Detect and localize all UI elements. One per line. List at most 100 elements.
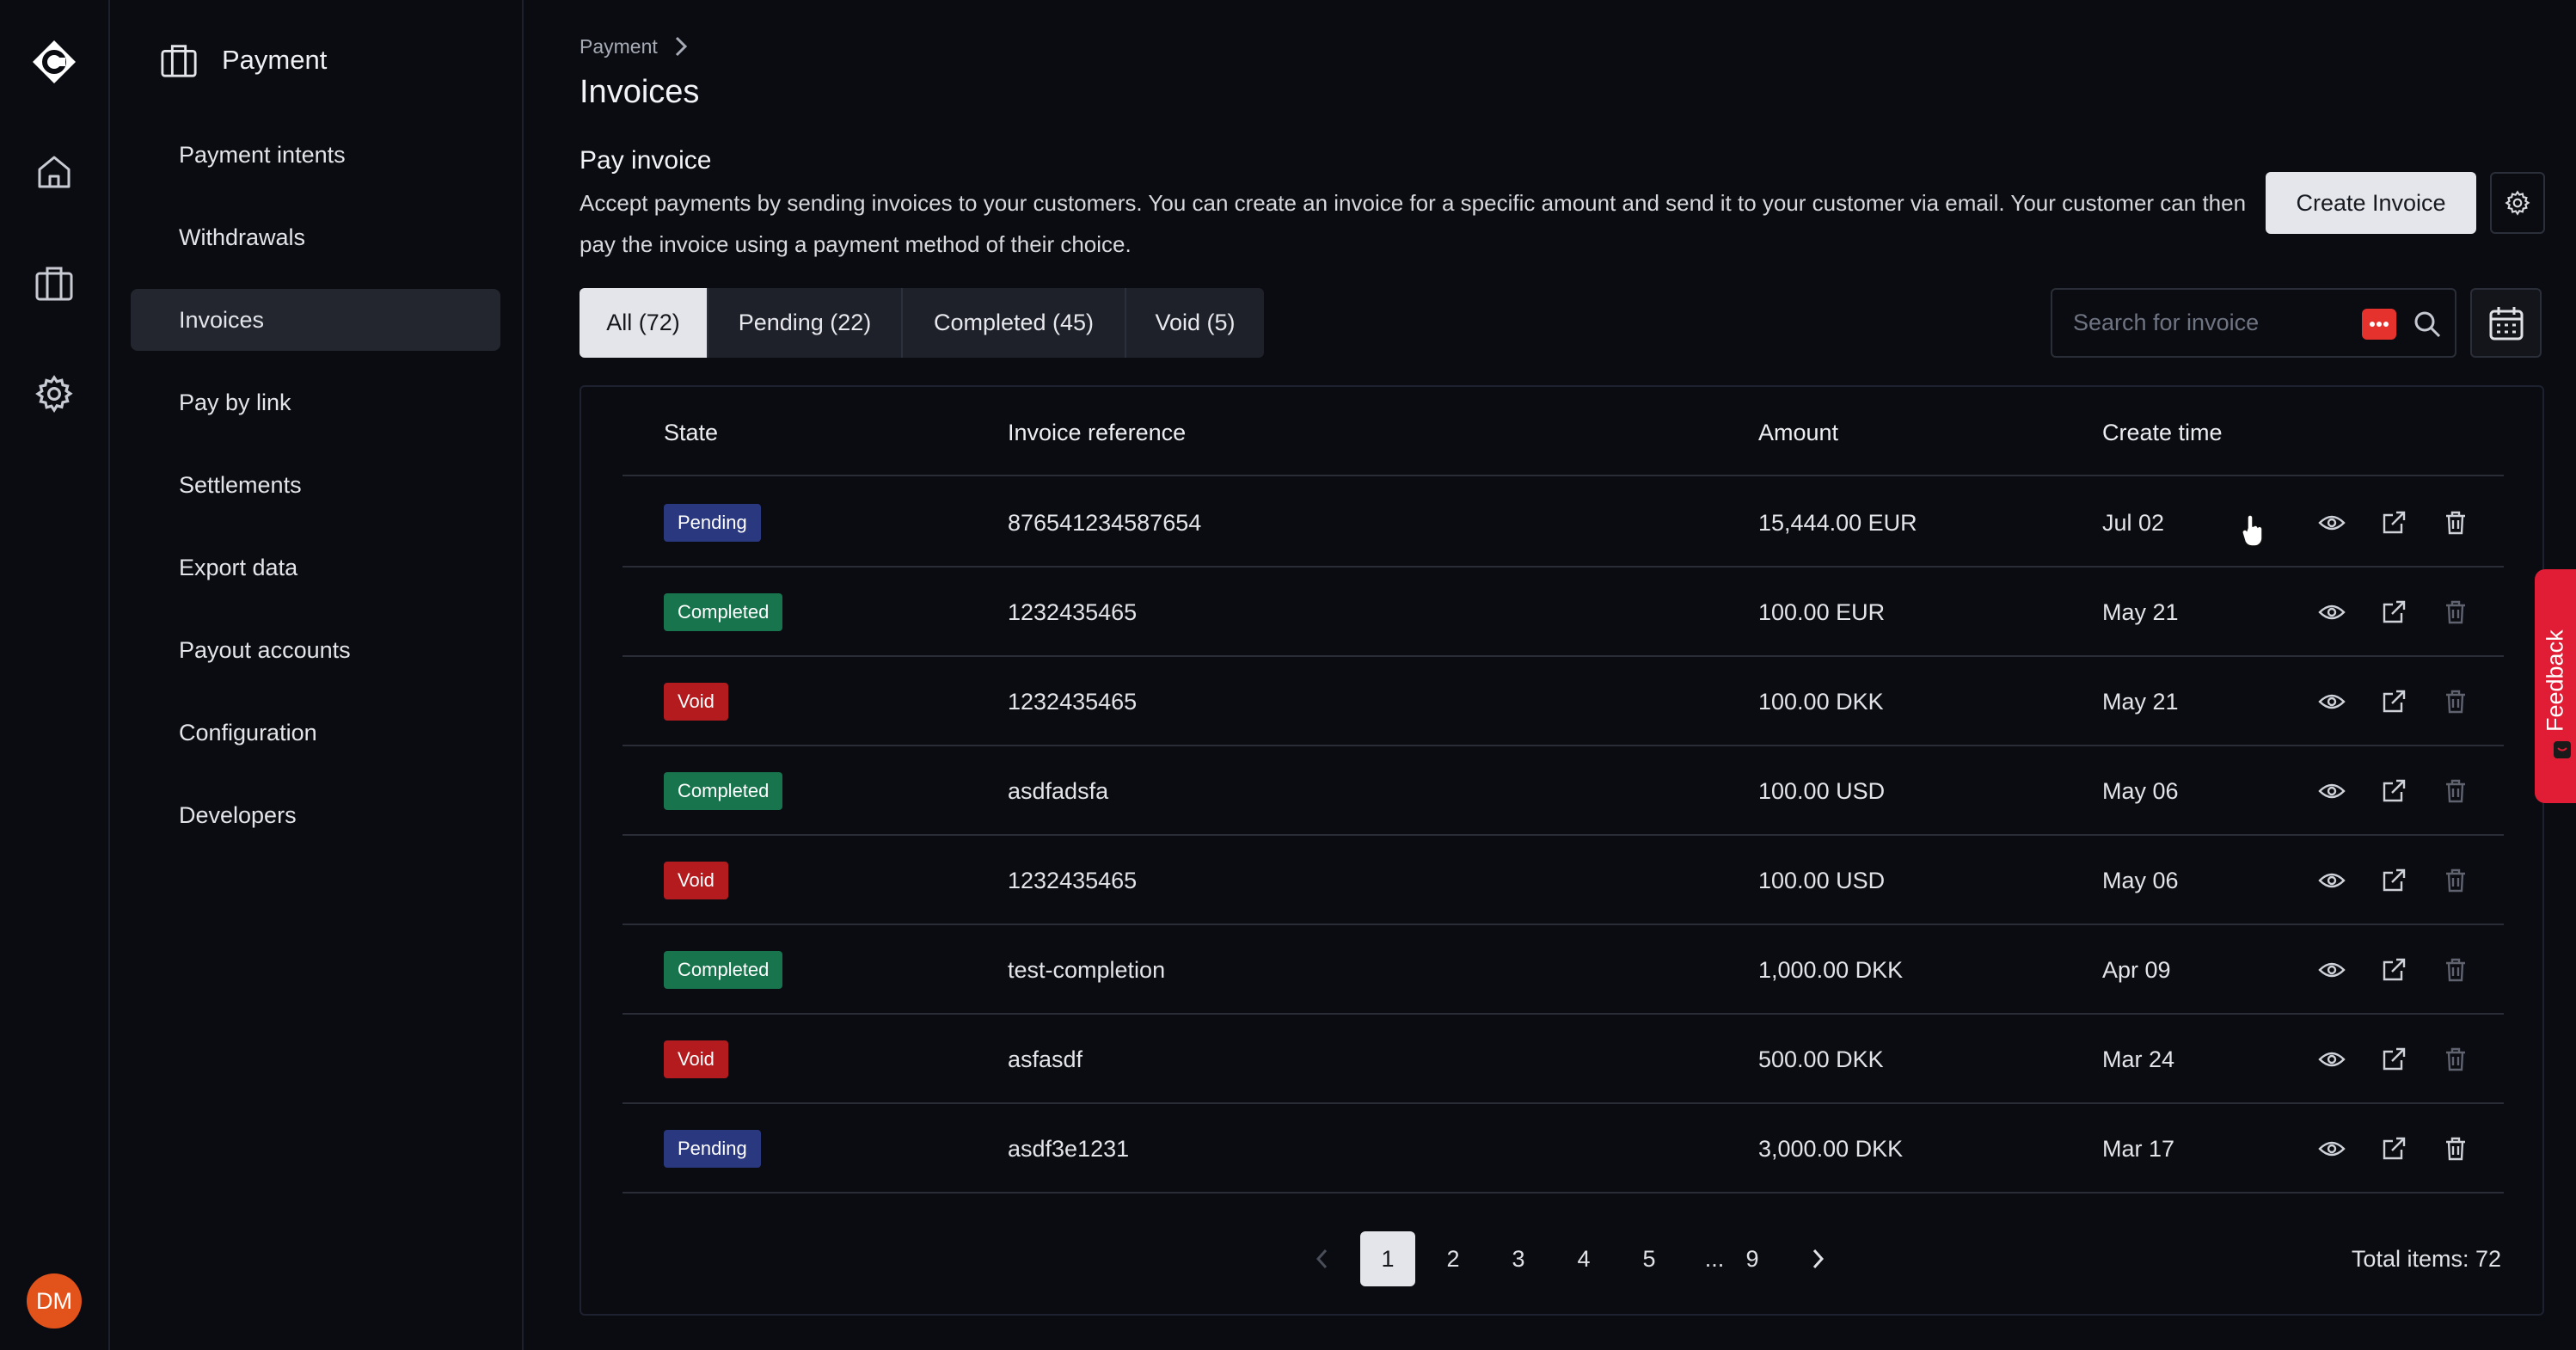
state-cell: Void (664, 657, 728, 746)
date-filter-button[interactable] (2470, 288, 2542, 358)
sidebar-item-settlements[interactable]: Settlements (131, 454, 500, 516)
amount-cell: 1,000.00 DKK (1758, 956, 1904, 983)
pagination: 1 2 3 4 5... 9 (581, 1231, 2542, 1286)
mouse-cursor-icon (2242, 514, 2265, 547)
tab-completed[interactable]: Completed (45) (903, 288, 1126, 358)
view-icon[interactable] (2316, 686, 2347, 717)
delete-icon[interactable] (2440, 1044, 2471, 1075)
pagination-page[interactable]: 1 (1360, 1231, 1415, 1286)
pagination-page[interactable]: 5 (1622, 1231, 1677, 1286)
home-icon[interactable] (0, 138, 108, 206)
status-badge: Completed (664, 593, 783, 631)
view-icon[interactable] (2316, 597, 2347, 628)
settings-button[interactable] (2490, 172, 2545, 234)
pagination-prev[interactable] (1295, 1231, 1350, 1286)
sidebar-item-export-data[interactable]: Export data (131, 537, 500, 598)
tab-all[interactable]: All (72) (580, 288, 708, 358)
search-box (2051, 288, 2456, 358)
sidebar-item-withdrawals[interactable]: Withdrawals (131, 206, 500, 268)
sidebar-item-invoices[interactable]: Invoices (131, 289, 500, 351)
calendar-icon (2489, 306, 2523, 340)
brand-logo-icon[interactable] (0, 28, 108, 96)
sidebar-item-pay-by-link[interactable]: Pay by link (131, 371, 500, 433)
status-badge: Pending (664, 1130, 761, 1168)
feedback-smile-icon (2552, 739, 2576, 764)
search-icon[interactable] (2412, 309, 2443, 340)
chevron-right-icon (1812, 1249, 1825, 1269)
breadcrumb: Payment (580, 34, 689, 58)
view-icon[interactable] (2316, 954, 2347, 985)
open-external-icon[interactable] (2378, 865, 2409, 896)
sidebar-item-developers[interactable]: Developers (131, 784, 500, 846)
search-input[interactable] (2073, 310, 2348, 336)
table-row[interactable]: Void 1232435465 100.00 DKK May 21 (623, 657, 2504, 746)
feedback-tab[interactable]: Feedback (2535, 569, 2576, 803)
table-row[interactable]: Void asfasdf 500.00 DKK Mar 24 (623, 1015, 2504, 1104)
table-row[interactable]: Pending 876541234587654 15,444.00 EUR Jul 0… (623, 478, 2504, 568)
table-row[interactable]: Pending asdf3e1231 3,000.00 DKK Mar 17 (623, 1104, 2504, 1194)
tab-pending[interactable]: Pending (22) (708, 288, 903, 358)
pagination-page[interactable]: 3 (1491, 1231, 1546, 1286)
view-icon[interactable] (2316, 1044, 2347, 1075)
amount-cell: 500.00 DKK (1758, 1046, 1884, 1072)
delete-icon[interactable] (2440, 1133, 2471, 1164)
pagination-page[interactable]: 4 (1556, 1231, 1611, 1286)
invoice-reference-cell: asfasdf (1008, 1046, 1083, 1072)
invoice-reference-cell: 1232435465 (1008, 598, 1138, 625)
state-cell: Pending (664, 478, 761, 568)
tab-void[interactable]: Void (5) (1126, 288, 1264, 358)
create-time-cell: Jul 02 (2102, 509, 2165, 536)
create-invoice-button[interactable]: Create Invoice (2266, 172, 2476, 234)
table-header: State Invoice reference Amount Create ti… (623, 387, 2504, 476)
open-external-icon[interactable] (2378, 507, 2409, 538)
column-header-amount: Amount (1758, 420, 1839, 445)
open-external-icon[interactable] (2378, 1044, 2409, 1075)
view-icon[interactable] (2316, 1133, 2347, 1164)
view-icon[interactable] (2316, 865, 2347, 896)
delete-icon[interactable] (2440, 597, 2471, 628)
invoice-reference-cell: test-completion (1008, 956, 1166, 983)
delete-icon[interactable] (2440, 954, 2471, 985)
table-row[interactable]: Completed 1232435465 100.00 EUR May 21 (623, 568, 2504, 657)
open-external-icon[interactable] (2378, 1133, 2409, 1164)
sidebar-item-payment-intents[interactable]: Payment intents (131, 124, 500, 186)
status-badge: Void (664, 683, 728, 721)
sidebar-item-configuration[interactable]: Configuration (131, 702, 500, 764)
create-time-cell: May 21 (2102, 598, 2179, 625)
invoice-reference-cell: 1232435465 (1008, 867, 1138, 893)
gear-icon (2505, 190, 2530, 216)
page-title: Invoices (580, 74, 700, 110)
pagination-page[interactable]: 9 (1725, 1231, 1780, 1286)
pagination-page[interactable]: 2 (1426, 1231, 1481, 1286)
delete-icon[interactable] (2440, 686, 2471, 717)
state-cell: Completed (664, 925, 783, 1015)
delete-icon[interactable] (2440, 776, 2471, 807)
open-external-icon[interactable] (2378, 776, 2409, 807)
delete-icon[interactable] (2440, 865, 2471, 896)
create-time-cell: May 21 (2102, 688, 2179, 715)
more-dots-icon[interactable] (2362, 309, 2396, 340)
view-icon[interactable] (2316, 776, 2347, 807)
amount-cell: 100.00 EUR (1758, 598, 1886, 625)
briefcase-icon[interactable] (0, 249, 108, 317)
status-badge: Completed (664, 772, 783, 810)
column-header-create-time: Create time (2102, 420, 2223, 445)
pagination-next[interactable] (1790, 1231, 1845, 1286)
view-icon[interactable] (2316, 507, 2347, 538)
amount-cell: 100.00 USD (1758, 867, 1886, 893)
breadcrumb-parent[interactable]: Payment (580, 35, 658, 58)
section-description: Accept payments by sending invoices to y… (580, 190, 2247, 257)
table-row[interactable]: Completed test-completion 1,000.00 DKK Apr … (623, 925, 2504, 1015)
create-time-cell: Mar 24 (2102, 1046, 2175, 1072)
total-items: Total items: 72 (2351, 1245, 2501, 1272)
open-external-icon[interactable] (2378, 686, 2409, 717)
table-row[interactable]: Void 1232435465 100.00 USD May 06 (623, 836, 2504, 925)
sidebar-item-payout-accounts[interactable]: Payout accounts (131, 619, 500, 681)
gear-icon[interactable] (0, 359, 108, 428)
delete-icon[interactable] (2440, 507, 2471, 538)
open-external-icon[interactable] (2378, 597, 2409, 628)
table-row[interactable]: Completed asdfadsfa 100.00 USD May 06 (623, 746, 2504, 836)
column-header-invoice-reference: Invoice reference (1008, 420, 1187, 445)
user-avatar[interactable]: DM (27, 1273, 82, 1329)
open-external-icon[interactable] (2378, 954, 2409, 985)
